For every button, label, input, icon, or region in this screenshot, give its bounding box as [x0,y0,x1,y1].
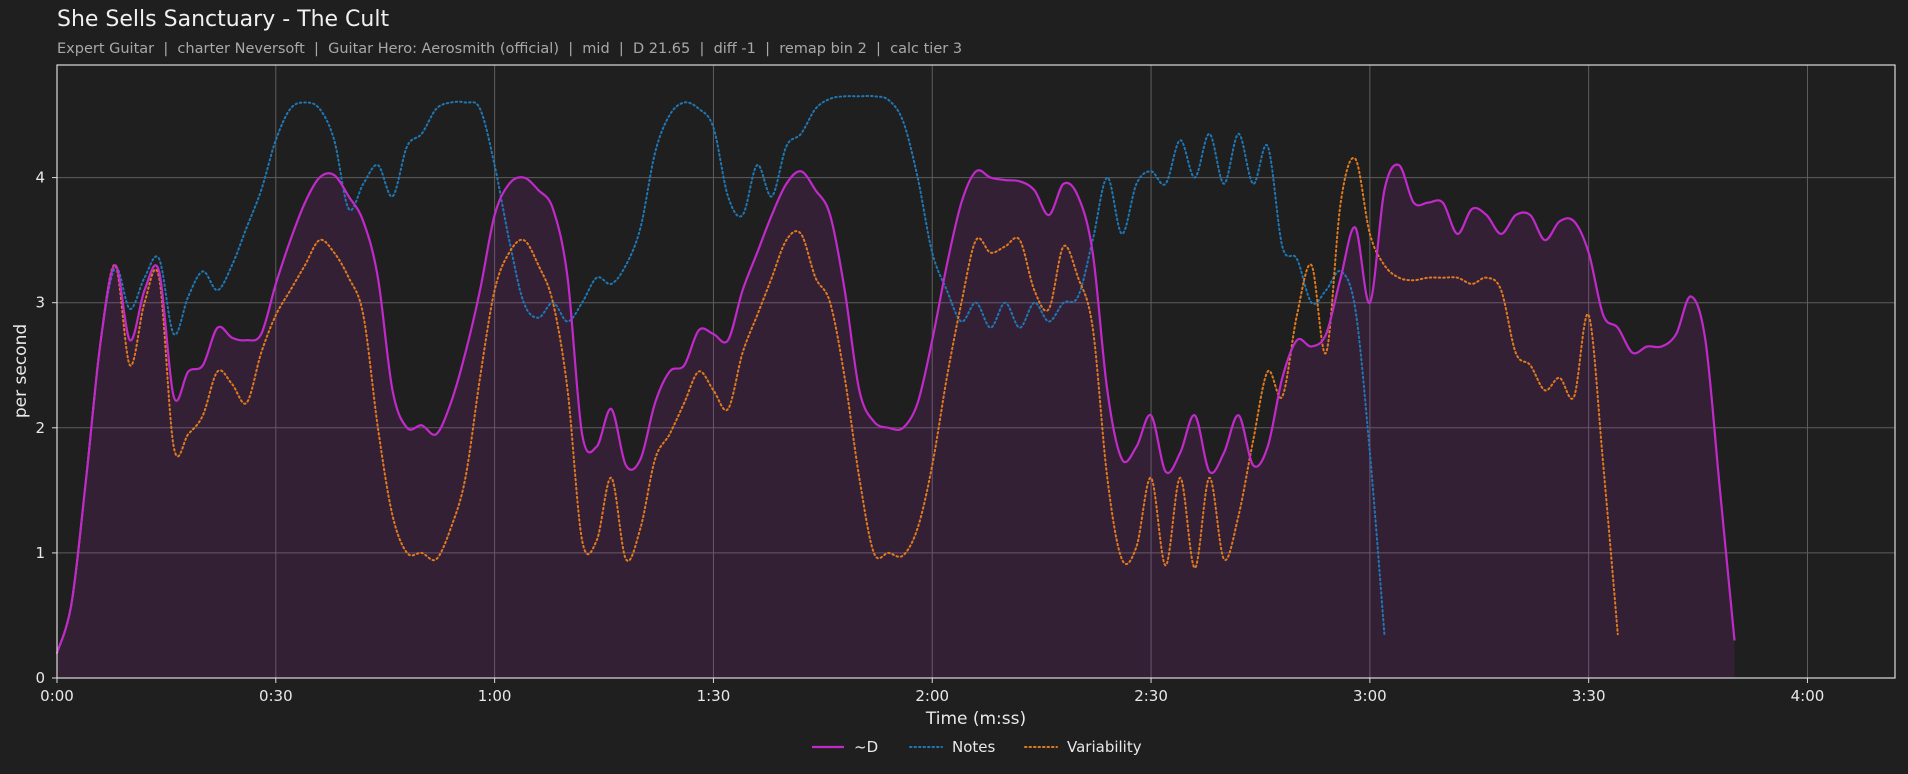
legend: ~D Notes Variability [812,738,1142,756]
x-tick-label: 3:30 [1572,687,1606,705]
x-tick-label: 0:00 [40,687,74,705]
series-area-fill [57,164,1735,678]
x-axis-ticks: 0:00 0:30 1:00 1:30 2:00 2:30 3:00 3:30 4:00 [40,678,1824,705]
x-tick-label: 3:00 [1353,687,1387,705]
legend-label: Variability [1067,738,1142,756]
legend-label: Notes [952,738,996,756]
chart-svg: 0:00 0:30 1:00 1:30 2:00 2:30 3:00 3:30 4:00 0 1 2… [11,64,1896,756]
x-tick-label: 2:30 [1134,687,1168,705]
y-tick-label: 0 [35,669,45,687]
y-tick-label: 3 [35,294,45,312]
x-axis-label: Time (m:ss) [925,709,1026,729]
x-tick-label: 0:30 [259,687,293,705]
y-tick-label: 4 [35,169,45,187]
x-tick-label: 1:30 [697,687,731,705]
y-tick-label: 1 [35,544,45,562]
legend-label: ~D [854,738,878,756]
y-tick-label: 2 [35,419,45,437]
y-axis-label: per second [11,324,31,418]
x-tick-label: 2:00 [915,687,949,705]
y-axis-ticks: 0 1 2 3 4 [35,169,57,687]
x-tick-label: 1:00 [478,687,512,705]
area-fills [57,164,1735,678]
x-tick-label: 4:00 [1791,687,1825,705]
